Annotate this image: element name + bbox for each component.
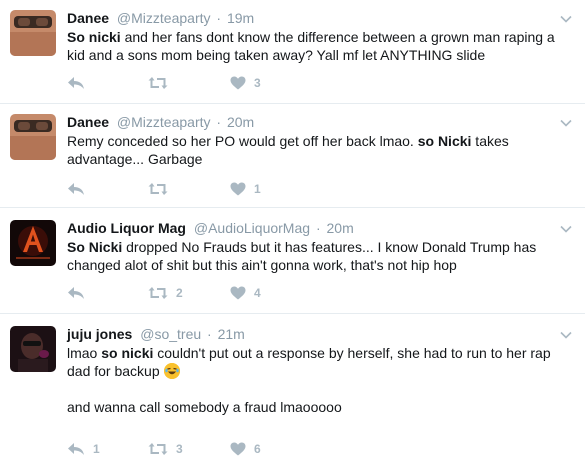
avatar[interactable] [10, 326, 56, 372]
chevron-down-icon[interactable] [559, 12, 573, 26]
timestamp[interactable]: 21m [218, 326, 245, 342]
timestamp[interactable]: 19m [227, 10, 254, 26]
tweet-text-line: and wanna call somebody a fraud lmaooooo [67, 399, 342, 415]
retweet-count: 2 [176, 286, 183, 300]
separator-dot: · [216, 114, 222, 130]
tweet-text: Remy conceded so her PO would get off he… [67, 132, 573, 168]
reply-icon [68, 287, 84, 299]
retweet-button[interactable] [148, 179, 168, 199]
chevron-down-icon[interactable] [559, 328, 573, 342]
reply-icon [68, 77, 84, 89]
tweet-text: So Nicki dropped No Frauds but it has fe… [67, 238, 573, 274]
retweet-count: 3 [176, 442, 183, 456]
like-count: 6 [254, 442, 261, 456]
tweet-actions: 2 4 [67, 283, 367, 303]
separator-dot: · [216, 10, 222, 26]
tweet-text: lmao so nicki couldn't put out a respons… [67, 344, 573, 380]
retweet-icon [148, 77, 168, 89]
like-button[interactable]: 4 [230, 283, 261, 303]
reply-button[interactable] [67, 283, 85, 303]
separator-dot: · [315, 220, 321, 236]
timestamp[interactable]: 20m [327, 220, 354, 236]
tweet-actions: 3 [67, 73, 367, 93]
retweet-button[interactable] [148, 73, 168, 93]
tweet[interactable]: Danee @Mizzteaparty · 20m Remy conceded … [0, 104, 585, 208]
reply-button[interactable] [67, 179, 85, 199]
display-name[interactable]: Danee [67, 114, 109, 130]
heart-icon [230, 286, 246, 300]
user-handle[interactable]: @Mizzteaparty [117, 114, 211, 130]
tweet-header: Danee @Mizzteaparty · 19m [67, 9, 573, 27]
display-name[interactable]: juju jones [67, 326, 132, 342]
like-button[interactable]: 1 [230, 179, 261, 199]
retweet-button[interactable]: 2 [148, 283, 183, 303]
highlighted-term: So nicki [67, 29, 121, 45]
separator-dot: · [207, 326, 212, 342]
tweet-text-body: Remy conceded so her PO would get off he… [67, 133, 418, 149]
retweet-icon [148, 443, 168, 455]
highlighted-term: so Nicki [417, 133, 472, 149]
laughing-emoji-icon [163, 363, 180, 379]
reply-button[interactable] [67, 73, 85, 93]
reply-count: 1 [93, 442, 100, 456]
tweet-actions: 1 3 6 [67, 439, 367, 459]
highlighted-term: So Nicki [67, 239, 123, 255]
retweet-icon [148, 183, 168, 195]
highlighted-term: so nicki [101, 345, 154, 361]
tweet-header: juju jones @so_treu · 21m [67, 325, 573, 343]
reply-button[interactable]: 1 [67, 439, 100, 459]
reply-icon [68, 443, 84, 455]
like-count: 1 [254, 182, 261, 196]
heart-icon [230, 182, 246, 196]
user-handle[interactable]: @Mizzteaparty [117, 10, 211, 26]
tweet[interactable]: Audio Liquor Mag @AudioLiquorMag · 20m S… [0, 208, 585, 314]
avatar[interactable] [10, 114, 56, 160]
display-name[interactable]: Danee [67, 10, 109, 26]
tweet-text-body: and her fans dont know the difference be… [67, 29, 555, 63]
tweet-header: Danee @Mizzteaparty · 20m [67, 113, 573, 131]
heart-icon [230, 76, 246, 90]
retweet-icon [148, 287, 168, 299]
timestamp[interactable]: 20m [227, 114, 254, 130]
reply-icon [68, 183, 84, 195]
display-name[interactable]: Audio Liquor Mag [67, 220, 186, 236]
tweet-actions: 1 [67, 179, 367, 199]
avatar[interactable] [10, 10, 56, 56]
tweet-header: Audio Liquor Mag @AudioLiquorMag · 20m [67, 219, 573, 237]
user-handle[interactable]: @so_treu [140, 326, 201, 342]
like-count: 3 [254, 76, 261, 90]
like-count: 4 [254, 286, 261, 300]
tweet[interactable]: juju jones @so_treu · 21m lmao so nicki … [0, 314, 585, 456]
like-button[interactable]: 3 [230, 73, 261, 93]
like-button[interactable]: 6 [230, 439, 261, 459]
tweet-text-body: lmao [67, 345, 102, 361]
tweet-feed: Danee @Mizzteaparty · 19m So nicki and h… [0, 0, 585, 456]
retweet-button[interactable]: 3 [148, 439, 183, 459]
avatar[interactable] [10, 220, 56, 266]
chevron-down-icon[interactable] [559, 222, 573, 236]
tweet[interactable]: Danee @Mizzteaparty · 19m So nicki and h… [0, 0, 585, 104]
tweet-text: So nicki and her fans dont know the diff… [67, 28, 573, 64]
chevron-down-icon[interactable] [559, 116, 573, 130]
tweet-text-body: dropped No Frauds but it has features...… [67, 239, 537, 273]
user-handle[interactable]: @AudioLiquorMag [194, 220, 310, 236]
heart-icon [230, 442, 246, 456]
